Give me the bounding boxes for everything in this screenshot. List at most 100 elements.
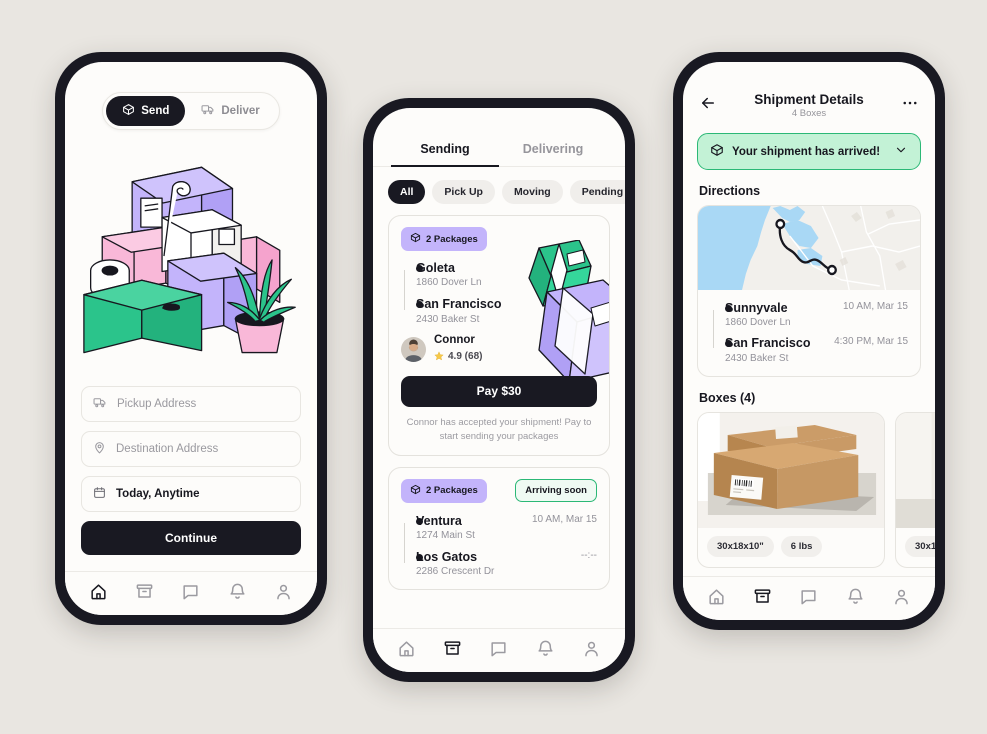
package-icon — [410, 484, 421, 498]
nav-shipments[interactable] — [437, 635, 468, 662]
nav-profile[interactable] — [886, 583, 917, 610]
nav-messages[interactable] — [175, 578, 206, 605]
route-stops: Sunnyvale 1860 Dover Ln 10 AM, Mar 15 Sa… — [710, 301, 908, 364]
arrow-left-icon — [699, 97, 717, 116]
route-stop: Goleta 1860 Dover Ln — [416, 261, 597, 288]
pickup-address-input[interactable]: Pickup Address — [81, 386, 301, 422]
bay-area-route-map[interactable] — [698, 206, 920, 290]
calendar-icon — [93, 486, 106, 502]
stop-address: 1860 Dover Ln — [725, 317, 791, 329]
shipment-card[interactable]: 2 Packages Arriving soon Ventura 1274 Ma… — [388, 466, 610, 591]
phone2-screen: Sending Delivering All Pick Up Moving Pe… — [373, 108, 625, 672]
route-stops: Ventura 1274 Main St 10 AM, Mar 15 Los G… — [401, 514, 597, 577]
pay-button[interactable]: Pay $30 — [401, 375, 597, 407]
route-stop: Sunnyvale 1860 Dover Ln 10 AM, Mar 15 — [725, 301, 908, 328]
box-dimensions: 30x18x10" — [905, 535, 935, 557]
box-card[interactable]: 30x18x10" 6 lbs — [697, 411, 885, 568]
route-stops: Goleta 1860 Dover Ln San Francisco 2430 … — [401, 261, 597, 325]
package-icon — [410, 232, 421, 246]
boxes-carousel[interactable]: 30x18x10" 6 lbs 30x1 — [683, 411, 935, 568]
box-card[interactable]: 30x18x10" 6 lbs — [895, 411, 935, 568]
pickup-address-placeholder: Pickup Address — [117, 398, 197, 410]
chip-all[interactable]: All — [388, 180, 426, 204]
banner-text: Your shipment has arrived! — [732, 145, 881, 158]
shipment-card-list: 2 Packages Goleta 1860 Dover Ln San Fran — [373, 215, 625, 628]
filter-chip-row: All Pick Up Moving Pending — [373, 167, 625, 215]
phone1-content: Send Deliver Pickup Address Destination … — [65, 62, 317, 571]
nav-notifications[interactable] — [530, 635, 561, 662]
back-button[interactable] — [699, 94, 717, 117]
chip-moving[interactable]: Moving — [501, 180, 563, 204]
chip-pick-up[interactable]: Pick Up — [432, 180, 495, 204]
shipment-status-banner[interactable]: Your shipment has arrived! — [697, 133, 921, 170]
route-stop: Ventura 1274 Main St 10 AM, Mar 15 — [416, 514, 597, 541]
nav-home[interactable] — [701, 583, 732, 610]
truck-icon — [201, 103, 215, 119]
route-stop: San Francisco 2430 Baker St 4:30 PM, Mar… — [725, 336, 908, 364]
box-weight: 6 lbs — [780, 535, 823, 557]
cardboard-box-photo — [698, 412, 884, 528]
more-options-button[interactable] — [901, 94, 919, 117]
stop-name: Ventura — [416, 513, 462, 528]
tab-delivering[interactable]: Delivering — [499, 142, 607, 167]
continue-button[interactable]: Continue — [81, 521, 301, 555]
stop-time: 10 AM, Mar 15 — [531, 513, 597, 525]
stop-name: San Francisco — [725, 336, 811, 351]
packages-badge-label: 2 Packages — [426, 233, 478, 245]
route-stop: Los Gatos 2286 Crescent Dr --:-- — [416, 550, 597, 577]
route-stop: San Francisco 2430 Baker St — [416, 297, 597, 325]
segment-send-label: Send — [141, 105, 170, 117]
boxes-title: Boxes (4) — [699, 390, 756, 405]
packages-badge: 2 Packages — [401, 478, 487, 503]
nav-messages[interactable] — [793, 583, 824, 610]
stop-name: Goleta — [416, 261, 455, 275]
stop-name: Los Gatos — [416, 549, 478, 564]
mockup-stage: Send Deliver Pickup Address Destination … — [0, 0, 987, 734]
phone-mockup-send: Send Deliver Pickup Address Destination … — [55, 52, 327, 625]
packages-badge: 2 Packages — [401, 227, 487, 251]
chevron-down-icon[interactable] — [894, 143, 908, 160]
tab-sending[interactable]: Sending — [391, 142, 499, 167]
courier-name: Connor — [434, 333, 475, 346]
nav-shipments[interactable] — [747, 583, 778, 610]
date-time-value: Today, Anytime — [116, 488, 200, 500]
courier-row[interactable]: Connor 4.9 (68) — [401, 334, 597, 366]
stop-time: 10 AM, Mar 15 — [842, 301, 908, 312]
stop-time: --:-- — [580, 549, 597, 561]
date-time-input[interactable]: Today, Anytime — [81, 476, 301, 512]
status-badge: Arriving soon — [515, 479, 597, 502]
shipment-card[interactable]: 2 Packages Goleta 1860 Dover Ln San Fran — [388, 215, 610, 456]
directions-card: Sunnyvale 1860 Dover Ln 10 AM, Mar 15 Sa… — [697, 205, 921, 377]
courier-rating: 4.9 (68) — [448, 351, 483, 363]
stop-time: 4:30 PM, Mar 15 — [834, 336, 908, 348]
star-icon — [434, 348, 444, 366]
page-title: Shipment Details — [754, 92, 864, 107]
shipments-tabs: Sending Delivering — [373, 108, 625, 167]
details-header: Shipment Details 4 Boxes — [683, 62, 935, 129]
stop-name: San Francisco — [416, 297, 502, 312]
chip-pending[interactable]: Pending — [569, 180, 625, 204]
bottom-navigation — [373, 628, 625, 672]
segment-deliver-label: Deliver — [221, 105, 260, 117]
nav-home[interactable] — [83, 578, 114, 605]
package-icon — [122, 103, 135, 119]
ellipsis-icon — [901, 99, 919, 116]
nav-notifications[interactable] — [840, 583, 871, 610]
destination-address-input[interactable]: Destination Address — [81, 431, 301, 467]
nav-shipments[interactable] — [129, 578, 160, 605]
box-meta: 30x18x10" 6 lbs — [896, 528, 935, 567]
segment-send[interactable]: Send — [106, 96, 186, 126]
segment-deliver[interactable]: Deliver — [185, 96, 275, 126]
nav-home[interactable] — [391, 635, 422, 662]
avatar — [401, 337, 426, 363]
stop-address: 1860 Dover Ln — [416, 277, 482, 289]
phone3-screen: Shipment Details 4 Boxes Your shipment h… — [683, 62, 935, 620]
box-dimensions: 30x18x10" — [707, 535, 774, 557]
nav-profile[interactable] — [268, 578, 299, 605]
nav-notifications[interactable] — [222, 578, 253, 605]
nav-messages[interactable] — [483, 635, 514, 662]
stop-address: 2286 Crescent Dr — [416, 566, 495, 578]
phone-mockup-shipments-list: Sending Delivering All Pick Up Moving Pe… — [363, 98, 635, 682]
nav-profile[interactable] — [576, 635, 607, 662]
stop-address: 1274 Main St — [416, 529, 475, 541]
